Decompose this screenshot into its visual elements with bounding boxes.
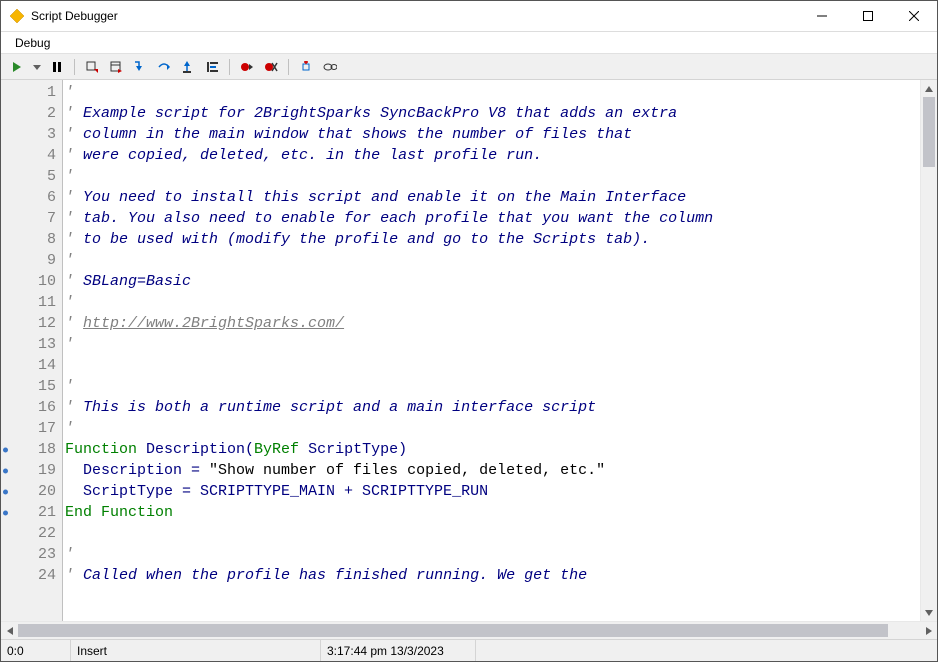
- code-line[interactable]: ' column in the main window that shows t…: [65, 124, 920, 145]
- app-icon: [9, 8, 25, 24]
- code-line[interactable]: ': [65, 82, 920, 103]
- step-out-button[interactable]: [178, 57, 198, 77]
- run-button[interactable]: [7, 57, 27, 77]
- breakpoint-marker-icon[interactable]: [3, 489, 8, 494]
- menu-debug[interactable]: Debug: [7, 34, 58, 52]
- code-line[interactable]: ' You need to install this script and en…: [65, 187, 920, 208]
- breakpoint-marker-icon[interactable]: [3, 447, 8, 452]
- scroll-left-icon[interactable]: [1, 622, 18, 639]
- toolbar-separator: [74, 59, 75, 75]
- code-line[interactable]: ' Called when the profile has finished r…: [65, 565, 920, 586]
- code-line[interactable]: ScriptType = SCRIPTTYPE_MAIN + SCRIPTTYP…: [65, 481, 920, 502]
- step-into-button[interactable]: [130, 57, 150, 77]
- gutter-line[interactable]: 12: [1, 313, 62, 334]
- gutter-line[interactable]: 9: [1, 250, 62, 271]
- gutter-line[interactable]: 18: [1, 439, 62, 460]
- run-to-cursor-button[interactable]: [202, 57, 222, 77]
- gutter-line[interactable]: 14: [1, 355, 62, 376]
- gutter-line[interactable]: 17: [1, 418, 62, 439]
- code-line[interactable]: [65, 355, 920, 376]
- step-over-button[interactable]: [154, 57, 174, 77]
- horizontal-scrollbar[interactable]: [1, 621, 937, 639]
- menubar: Debug: [1, 32, 937, 54]
- gutter-line[interactable]: 11: [1, 292, 62, 313]
- gutter-line[interactable]: 8: [1, 229, 62, 250]
- gutter-line[interactable]: 10: [1, 271, 62, 292]
- code-line[interactable]: ' http://www.2BrightSparks.com/: [65, 313, 920, 334]
- breakpoint-marker-icon[interactable]: [3, 510, 8, 515]
- clear-breakpoints-button[interactable]: [261, 57, 281, 77]
- code-line[interactable]: ' SBLang=Basic: [65, 271, 920, 292]
- toggle-breakpoint-button[interactable]: [237, 57, 257, 77]
- gutter-line[interactable]: 1: [1, 82, 62, 103]
- watch-button[interactable]: [320, 57, 340, 77]
- gutter-line[interactable]: 21: [1, 502, 62, 523]
- editor-area: 123456789101112131415161718192021222324 …: [1, 80, 937, 621]
- scroll-up-icon[interactable]: [921, 80, 937, 97]
- toolbar-separator: [288, 59, 289, 75]
- gutter-line[interactable]: 15: [1, 376, 62, 397]
- code-line[interactable]: ': [65, 376, 920, 397]
- line-gutter[interactable]: 123456789101112131415161718192021222324: [1, 80, 63, 621]
- add-watch-button[interactable]: [296, 57, 316, 77]
- code-line[interactable]: ': [65, 334, 920, 355]
- gutter-line[interactable]: 3: [1, 124, 62, 145]
- run-dropdown-icon[interactable]: [31, 57, 43, 77]
- code-line[interactable]: ' to be used with (modify the profile an…: [65, 229, 920, 250]
- scroll-track[interactable]: [18, 622, 920, 639]
- code-editor[interactable]: '' Example script for 2BrightSparks Sync…: [63, 80, 920, 621]
- gutter-line[interactable]: 4: [1, 145, 62, 166]
- status-mode: Insert: [71, 640, 321, 661]
- step-button-2[interactable]: [106, 57, 126, 77]
- code-line[interactable]: Description = "Show number of files copi…: [65, 460, 920, 481]
- code-line[interactable]: ': [65, 292, 920, 313]
- code-line[interactable]: ' This is both a runtime script and a ma…: [65, 397, 920, 418]
- minimize-button[interactable]: [799, 1, 845, 31]
- gutter-line[interactable]: 23: [1, 544, 62, 565]
- gutter-line[interactable]: 20: [1, 481, 62, 502]
- scroll-down-icon[interactable]: [921, 604, 937, 621]
- titlebar: Script Debugger: [1, 1, 937, 32]
- window-buttons: [799, 1, 937, 31]
- scroll-thumb[interactable]: [18, 624, 888, 637]
- code-line[interactable]: [65, 523, 920, 544]
- vertical-scrollbar[interactable]: [920, 80, 937, 621]
- code-line[interactable]: ': [65, 418, 920, 439]
- scroll-right-icon[interactable]: [920, 622, 937, 639]
- gutter-line[interactable]: 7: [1, 208, 62, 229]
- toolbar-separator: [229, 59, 230, 75]
- code-line[interactable]: ' tab. You also need to enable for each …: [65, 208, 920, 229]
- status-spacer: [476, 640, 937, 661]
- code-line[interactable]: ': [65, 250, 920, 271]
- code-line[interactable]: Function Description(ByRef ScriptType): [65, 439, 920, 460]
- pause-button[interactable]: [47, 57, 67, 77]
- code-line[interactable]: ' were copied, deleted, etc. in the last…: [65, 145, 920, 166]
- maximize-button[interactable]: [845, 1, 891, 31]
- gutter-line[interactable]: 6: [1, 187, 62, 208]
- scroll-thumb[interactable]: [923, 97, 935, 167]
- code-line[interactable]: ': [65, 544, 920, 565]
- code-line[interactable]: ': [65, 166, 920, 187]
- breakpoint-marker-icon[interactable]: [3, 468, 8, 473]
- window-title: Script Debugger: [31, 9, 799, 23]
- step-button-1[interactable]: [82, 57, 102, 77]
- close-button[interactable]: [891, 1, 937, 31]
- gutter-line[interactable]: 22: [1, 523, 62, 544]
- gutter-line[interactable]: 13: [1, 334, 62, 355]
- toolbar: [1, 54, 937, 80]
- gutter-line[interactable]: 5: [1, 166, 62, 187]
- gutter-line[interactable]: 16: [1, 397, 62, 418]
- gutter-line[interactable]: 19: [1, 460, 62, 481]
- gutter-line[interactable]: 24: [1, 565, 62, 586]
- status-position: 0:0: [1, 640, 71, 661]
- code-line[interactable]: ' Example script for 2BrightSparks SyncB…: [65, 103, 920, 124]
- gutter-line[interactable]: 2: [1, 103, 62, 124]
- code-line[interactable]: End Function: [65, 502, 920, 523]
- statusbar: 0:0 Insert 3:17:44 pm 13/3/2023: [1, 639, 937, 661]
- status-time: 3:17:44 pm 13/3/2023: [321, 640, 476, 661]
